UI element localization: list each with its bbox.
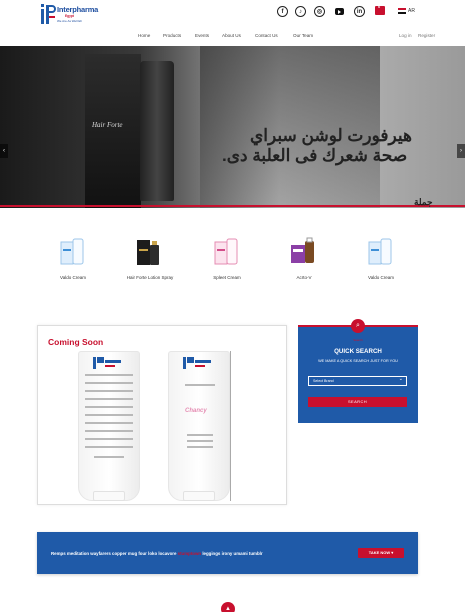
label-line	[85, 414, 133, 416]
take-now-button[interactable]: TAKE NOW ▾	[358, 548, 404, 558]
product-card[interactable]: Hair Forte Lotion Spray	[120, 237, 180, 280]
label-line	[185, 384, 215, 386]
tiktok-icon[interactable]: ♪	[295, 6, 306, 17]
top-bar: Interpharma Egypt We Are As Well Eh f ♪ …	[0, 0, 465, 28]
cta-band: Remps meditation wayfarers copper mug fo…	[37, 532, 418, 574]
hero-headline-1: هيرفورت لوشن سبراي	[250, 126, 412, 145]
product-card[interactable]: Valdo Cream	[351, 237, 411, 280]
quick-search-panel: ⌕ Search QUICK SEARCH WE MAKE A QUICK SE…	[298, 319, 418, 423]
label-line	[85, 422, 133, 424]
hero-brand-text: Hair Forte	[92, 121, 123, 129]
brand-select[interactable]: Select Brand	[308, 376, 407, 386]
product-card[interactable]: Acrto-V	[274, 237, 334, 280]
product-image	[214, 238, 238, 265]
hero-tail-text: جملة	[414, 197, 433, 207]
logo-subtitle: Egypt	[65, 14, 74, 18]
egypt-flag-icon[interactable]	[398, 8, 406, 14]
nav-products[interactable]: Products	[163, 33, 181, 41]
slider-next-button[interactable]: ›	[457, 144, 465, 158]
tube-cap	[93, 491, 125, 501]
label-line	[85, 398, 133, 400]
login-link[interactable]: Log in	[399, 33, 412, 38]
page: Interpharma Egypt We Are As Well Eh f ♪ …	[0, 0, 465, 612]
label-line	[85, 382, 133, 384]
youtube-icon[interactable]	[335, 8, 344, 15]
label-line	[85, 406, 133, 408]
nav-contact-us[interactable]: Contact Us	[255, 33, 278, 41]
product-name: Valdo Cream	[368, 275, 394, 280]
hero-slider: Hair Forte هيرفورت لوشن سبراي صحة شعرك ف…	[0, 46, 465, 208]
nav-home[interactable]: Home	[138, 33, 150, 41]
label-line	[85, 390, 133, 392]
coming-soon-card: Coming Soon Chancy	[37, 325, 287, 505]
hero-headline-2: صحة شعرك فى العلبة دى.	[222, 146, 408, 165]
product-name: Spleet Cream	[213, 275, 241, 280]
cta-text: Remps meditation wayfarers copper mug fo…	[51, 551, 263, 556]
quick-search-subtitle: WE MAKE A QUICK SEARCH JUST FOR YOU	[318, 359, 398, 363]
cta-text-before: Remps meditation wayfarers copper mug fo…	[51, 551, 177, 556]
label-line	[85, 430, 133, 432]
label-line	[187, 440, 213, 442]
product-image	[60, 238, 84, 265]
language-switch[interactable]: AR	[408, 8, 415, 14]
label-line	[94, 456, 124, 458]
hero-bottom-rule	[0, 205, 465, 207]
label-line	[187, 434, 213, 436]
slider-prev-button[interactable]: ‹	[0, 144, 8, 158]
facebook-icon[interactable]: f	[277, 6, 288, 17]
register-link[interactable]: Register	[418, 33, 435, 38]
label-line	[187, 446, 213, 448]
linkedin-icon[interactable]: in	[354, 6, 365, 17]
nav-about-us[interactable]: About Us	[222, 33, 241, 41]
hero-product-box	[85, 54, 141, 208]
quick-search-title: QUICK SEARCH	[334, 348, 382, 355]
cta-text-highlight: stumptown	[177, 551, 202, 556]
scroll-top-button[interactable]: ▲	[221, 602, 235, 612]
hero-product-bottle	[140, 61, 174, 201]
label-line	[85, 438, 133, 440]
coming-soon-title: Coming Soon	[48, 337, 104, 347]
product-card[interactable]: Spleet Cream	[197, 237, 257, 280]
logo-mark-icon	[41, 4, 56, 24]
product-image	[137, 240, 159, 265]
logo-name: Interpharma	[57, 5, 99, 14]
label-line	[85, 374, 133, 376]
site-logo[interactable]: Interpharma Egypt We Are As Well Eh	[40, 3, 98, 25]
interpharma-logo-icon	[183, 357, 211, 369]
product-name: Hair Forte Lotion Spray	[126, 275, 174, 280]
product-image	[368, 238, 392, 265]
search-button[interactable]: SEARCH	[308, 397, 407, 407]
product-card[interactable]: Valdo Cream	[43, 237, 103, 280]
instagram-icon[interactable]: ◎	[314, 6, 325, 17]
nav-our-team[interactable]: Our Team	[293, 33, 313, 41]
take-now-label: TAKE NOW	[368, 550, 391, 555]
label-line	[85, 446, 133, 448]
cart-small-icon: ▾	[391, 550, 394, 555]
search-icon: ⌕	[351, 319, 365, 333]
logo-tagline: We Are As Well Eh	[57, 19, 83, 23]
cta-text-after: leggings irony umami tumblr	[202, 551, 263, 556]
quick-search-mini-label: Search	[353, 338, 363, 342]
cart-count: 0	[378, 4, 381, 9]
coming-soon-product-back	[78, 351, 140, 501]
coming-soon-product-front: Chancy	[168, 351, 230, 501]
tube-cap	[183, 491, 215, 501]
coming-soon-divider	[230, 351, 231, 501]
product-image	[291, 237, 314, 263]
product-name: Valdo Cream	[60, 275, 86, 280]
product-name: Acrto-V	[296, 275, 312, 280]
interpharma-logo-icon	[93, 357, 121, 369]
nav-events[interactable]: Events	[195, 33, 209, 41]
product-logo-text: Chancy	[185, 408, 207, 414]
